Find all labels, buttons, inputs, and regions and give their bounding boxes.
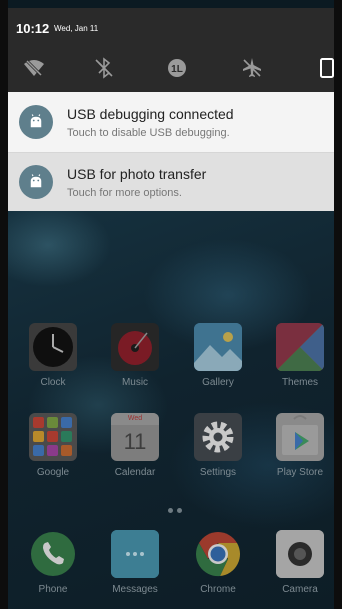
notification-subtitle: Touch for more options. (67, 186, 182, 199)
app-messages[interactable]: Messages (103, 530, 167, 595)
screen-frame-right (334, 0, 342, 609)
calendar-icon: Wed 11 (111, 413, 159, 461)
bluetooth-off-icon[interactable] (92, 56, 116, 80)
gear-icon (194, 413, 242, 461)
status-time: 10:12 (16, 21, 50, 36)
app-label: Gallery (202, 377, 234, 388)
app-label: Camera (282, 584, 318, 595)
app-label: Music (121, 377, 149, 388)
app-clock[interactable]: Clock (21, 323, 85, 388)
status-date: Wed, Jan 11 (54, 24, 99, 33)
calendar-day: Wed (111, 413, 159, 425)
google-folder-icon (29, 413, 77, 461)
page-indicator (166, 500, 184, 518)
camera-icon (276, 530, 324, 578)
app-label: Messages (112, 584, 158, 595)
music-icon (111, 323, 159, 371)
app-play-store[interactable]: Play Store (268, 413, 332, 478)
phone-icon (29, 530, 77, 578)
app-gallery[interactable]: Gallery (186, 323, 250, 388)
svg-text:1L: 1L (171, 64, 183, 75)
app-label: Chrome (200, 584, 236, 595)
notification-usb-photo-transfer[interactable]: USB for photo transfer Touch for more op… (8, 153, 334, 211)
notification-usb-debugging[interactable]: USB debugging connected Touch to disable… (8, 92, 334, 153)
airplane-mode-icon[interactable] (240, 56, 264, 80)
page-dot (168, 508, 173, 513)
wifi-off-icon[interactable] (22, 56, 46, 80)
android-icon (19, 165, 53, 199)
app-music[interactable]: Music (103, 323, 167, 388)
notification-subtitle: Touch to disable USB debugging. (67, 126, 230, 139)
notification-title: USB for photo transfer (67, 165, 207, 182)
app-label: Phone (38, 584, 68, 595)
data-saver-icon[interactable]: 1L (165, 56, 189, 80)
app-google-folder[interactable]: Google (21, 413, 85, 478)
themes-icon (276, 323, 324, 371)
app-themes[interactable]: Themes (268, 323, 332, 388)
app-phone[interactable]: Phone (21, 530, 85, 595)
app-calendar[interactable]: Wed 11 Calendar (103, 413, 167, 478)
screen-rotation-icon[interactable] (315, 56, 339, 80)
gallery-icon (194, 323, 242, 371)
app-label: Play Store (276, 467, 324, 478)
page-dot (177, 508, 182, 513)
app-chrome[interactable]: Chrome (186, 530, 250, 595)
app-settings[interactable]: Settings (186, 413, 250, 478)
screen-frame-left (0, 0, 8, 609)
calendar-date: 11 (123, 429, 147, 454)
app-camera[interactable]: Camera (268, 530, 332, 595)
app-label: Calendar (114, 467, 156, 478)
play-store-icon (276, 413, 324, 461)
messages-icon (111, 530, 159, 578)
app-label: Google (36, 467, 70, 478)
notification-title: USB debugging connected (67, 105, 234, 122)
app-label: Themes (281, 377, 319, 388)
clock-icon (29, 323, 77, 371)
android-icon (19, 105, 53, 139)
chrome-icon (194, 530, 242, 578)
app-label: Clock (40, 377, 66, 388)
quick-settings-panel: 10:12 Wed, Jan 11 1L (8, 8, 334, 92)
app-label: Settings (199, 467, 237, 478)
